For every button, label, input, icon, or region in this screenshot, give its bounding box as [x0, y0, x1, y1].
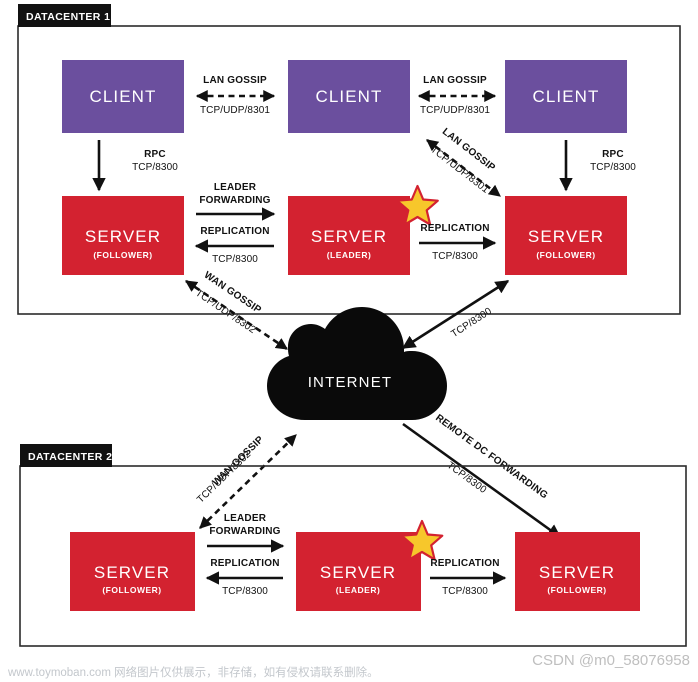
dc2-server-1: SERVER (FOLLOWER) — [70, 532, 195, 611]
dc1-server-2-title: SERVER — [311, 227, 387, 246]
dc2-server-2-role: (LEADER) — [336, 585, 381, 595]
dc1-rpc-left-title: RPC — [144, 149, 166, 160]
dc1-lan-gossip-1-title: LAN GOSSIP — [203, 75, 267, 86]
dc1-client-3-title: CLIENT — [532, 87, 599, 106]
dc2-server-3: SERVER (FOLLOWER) — [515, 532, 640, 611]
dc1-client-2-title: CLIENT — [315, 87, 382, 106]
dc1-leader-forwarding-line1: LEADER — [214, 182, 257, 193]
dc1-client-2: CLIENT — [288, 60, 410, 133]
datacenter-1-label: DATACENTER 1 — [26, 11, 110, 23]
dc1-server-2-role: (LEADER) — [327, 250, 372, 260]
dc1-leader-forwarding-line2: FORWARDING — [199, 195, 270, 206]
dc1-rpc-right-port: TCP/8300 — [590, 162, 636, 173]
watermark-toymoban: www.toymoban.com 网络图片仅供展示，非存储，如有侵权请联系删除。 — [7, 665, 379, 679]
dc2-leader-forwarding-line2: FORWARDING — [209, 526, 280, 537]
dc1-replication-right-title: REPLICATION — [420, 223, 489, 234]
dc1-client-3: CLIENT — [505, 60, 627, 133]
dc2-replication-right-port: TCP/8300 — [442, 586, 488, 597]
internet-cloud-label: INTERNET — [308, 374, 393, 391]
dc2-server-1-title: SERVER — [94, 563, 170, 582]
dc2-server-3-title: SERVER — [539, 563, 615, 582]
watermark-csdn: CSDN @m0_58076958 — [532, 652, 690, 669]
dc1-server-1-title: SERVER — [85, 227, 161, 246]
dc2-server-1-role: (FOLLOWER) — [102, 585, 161, 595]
dc1-rpc-left-port: TCP/8300 — [132, 162, 178, 173]
dc1-lan-gossip-2-port: TCP/UDP/8301 — [420, 105, 490, 116]
dc1-server-1-role: (FOLLOWER) — [93, 250, 152, 260]
consul-architecture-diagram: DATACENTER 1 CLIENT CLIENT CLIENT LAN GO… — [0, 0, 698, 682]
dc2-leader-forwarding-line1: LEADER — [224, 513, 267, 524]
datacenter-2-label: DATACENTER 2 — [28, 451, 112, 463]
dc2-replication-left-port: TCP/8300 — [222, 586, 268, 597]
dc1-rpc-right-title: RPC — [602, 149, 624, 160]
dc1-server-3-role: (FOLLOWER) — [536, 250, 595, 260]
dc1-server-1: SERVER (FOLLOWER) — [62, 196, 184, 275]
dc2-replication-left-title: REPLICATION — [210, 558, 279, 569]
dc2-server-2: SERVER (LEADER) — [296, 519, 444, 611]
dc1-client-1-title: CLIENT — [89, 87, 156, 106]
dc1-server-3-title: SERVER — [528, 227, 604, 246]
dc2-server-3-role: (FOLLOWER) — [547, 585, 606, 595]
dc1-client-1: CLIENT — [62, 60, 184, 133]
dc2-replication-right-title: REPLICATION — [430, 558, 499, 569]
dc1-replication-right-port: TCP/8300 — [432, 251, 478, 262]
dc1-lan-gossip-1-port: TCP/UDP/8301 — [200, 105, 270, 116]
dc1-lan-gossip-2-title: LAN GOSSIP — [423, 75, 487, 86]
dc1-server-3: SERVER (FOLLOWER) — [505, 196, 627, 275]
dc2-server-2-title: SERVER — [320, 563, 396, 582]
dc1-replication-left-port: TCP/8300 — [212, 254, 258, 265]
dc1-replication-left-title: REPLICATION — [200, 226, 269, 237]
